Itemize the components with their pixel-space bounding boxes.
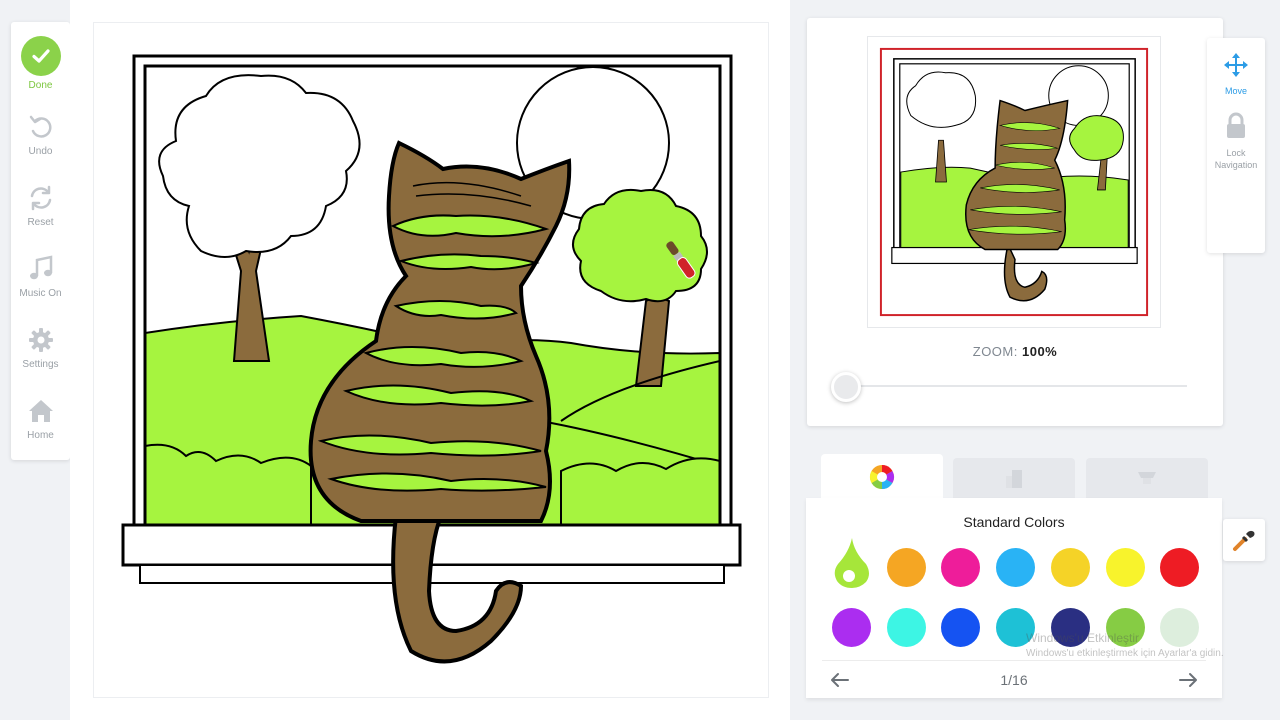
canvas-area: [70, 0, 790, 720]
music-label: Music On: [19, 288, 62, 299]
undo-icon: [29, 115, 52, 138]
done-label: Done: [28, 80, 53, 91]
music-note-icon: [29, 255, 52, 280]
home-label: Home: [27, 430, 54, 441]
eyedropper-icon: [1233, 530, 1255, 551]
check-icon: [20, 36, 61, 76]
tab-colors[interactable]: [821, 454, 943, 500]
zoom-slider-track[interactable]: [847, 385, 1187, 387]
settings-label: Settings: [22, 359, 59, 370]
color-swatch-selected[interactable]: [832, 536, 871, 589]
palette-title: Standard Colors: [963, 514, 1065, 530]
reset-button[interactable]: Reset: [11, 183, 70, 228]
navigator-thumbnail[interactable]: [867, 36, 1161, 328]
palette-divider: [822, 660, 1206, 661]
color-swatch[interactable]: [886, 608, 926, 647]
color-swatch[interactable]: [1160, 608, 1200, 647]
zoom-value: 100%: [1021, 344, 1058, 359]
navigation-toolbar: Move Lock Navigation: [1207, 38, 1265, 253]
color-swatch[interactable]: [886, 548, 926, 587]
left-toolbar: Done Undo Reset Music On Settings Home: [11, 22, 70, 460]
color-swatch[interactable]: [1050, 548, 1090, 587]
color-swatch[interactable]: [941, 548, 981, 587]
bucket-icon: [1138, 472, 1156, 484]
activation-watermark-text: Windows'u etkinleştirmek için Ayarlar'a …: [1026, 648, 1224, 659]
tab-gradients[interactable]: [953, 458, 1075, 498]
gear-icon: [28, 328, 53, 352]
color-swatch[interactable]: [832, 608, 871, 647]
home-icon: [28, 400, 53, 422]
color-palette: Standard Colors 1/16: [806, 498, 1222, 698]
coloring-picture[interactable]: [94, 23, 770, 699]
color-swatch[interactable]: [996, 548, 1036, 587]
done-button[interactable]: Done: [11, 36, 70, 91]
color-swatch[interactable]: [1160, 548, 1200, 587]
move-label: Move: [1224, 86, 1247, 96]
gradient-icon: [1006, 470, 1022, 488]
reset-label: Reset: [27, 217, 54, 228]
navigator-panel: ZOOM: 100%: [807, 18, 1223, 426]
home-button[interactable]: Home: [11, 396, 70, 441]
undo-label: Undo: [28, 146, 53, 157]
palette-page-indicator: 1/16: [1000, 672, 1028, 688]
lock-label-1: Lock: [1226, 148, 1246, 158]
lock-label-2: Navigation: [1214, 160, 1258, 170]
eyedropper-button[interactable]: [1223, 519, 1265, 561]
coloring-canvas[interactable]: [93, 22, 769, 698]
lock-icon: [1227, 112, 1245, 138]
reset-icon: [30, 185, 51, 211]
zoom-label: ZOOM:: [972, 344, 1018, 359]
music-button[interactable]: Music On: [11, 254, 70, 299]
activation-watermark-title: Windows'u Etkinleştir: [1026, 631, 1139, 645]
move-button[interactable]: Move: [1207, 52, 1265, 97]
lock-navigation-button[interactable]: Lock Navigation: [1207, 112, 1265, 171]
color-wheel-icon: [869, 465, 895, 489]
tab-patterns[interactable]: [1086, 458, 1208, 498]
next-page-arrow-icon[interactable]: [1176, 668, 1200, 692]
color-swatch[interactable]: [941, 608, 981, 647]
move-arrows-icon: [1224, 53, 1248, 77]
zoom-readout: ZOOM: 100%: [807, 344, 1223, 359]
color-swatch[interactable]: [1105, 548, 1145, 587]
settings-button[interactable]: Settings: [11, 325, 70, 370]
undo-button[interactable]: Undo: [11, 112, 70, 157]
zoom-slider-handle[interactable]: [831, 372, 861, 402]
